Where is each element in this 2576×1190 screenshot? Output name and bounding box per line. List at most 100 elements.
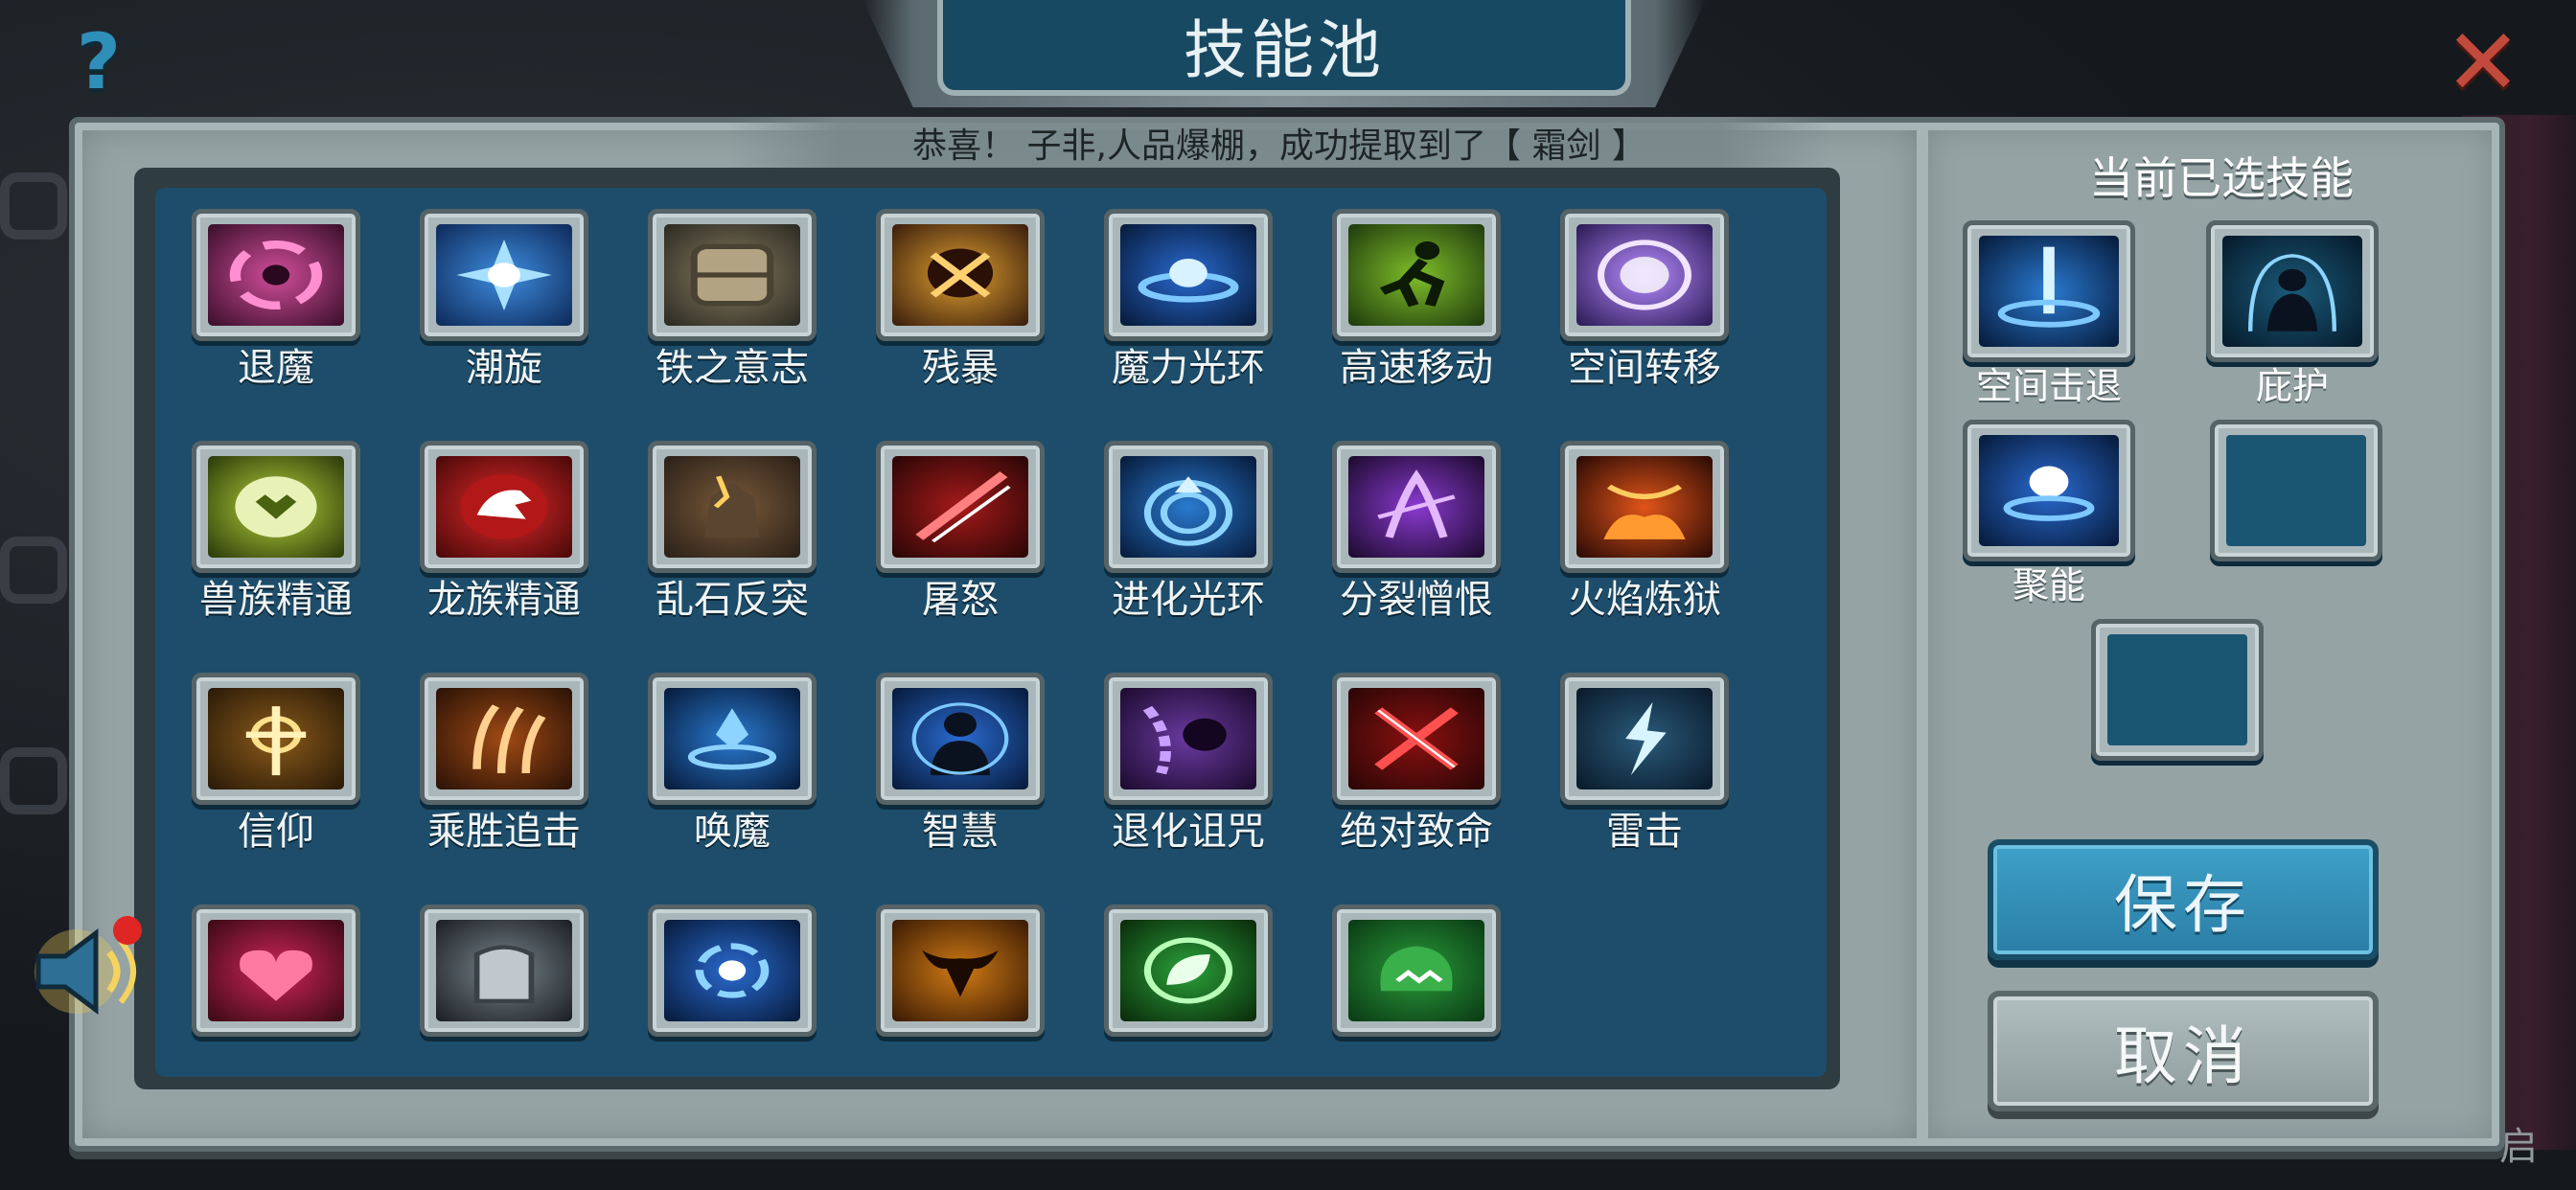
skill-icon-frame[interactable]	[648, 441, 816, 573]
help-icon[interactable]: ?	[56, 21, 142, 103]
skill-label: 信仰	[238, 810, 314, 854]
skill-icon-frame[interactable]	[648, 673, 816, 805]
space-warp-icon	[1576, 224, 1713, 326]
skill-icon-frame[interactable]	[1104, 904, 1273, 1037]
sanctuary-icon	[2222, 236, 2362, 347]
skill-slot[interactable]: 空间转移	[1514, 188, 1740, 390]
selected-skill-label: 庇护	[2255, 365, 2329, 407]
selected-skill-slot[interactable]: 空间击退	[1963, 220, 2135, 407]
skill-slot[interactable]: 退化诅咒	[1058, 652, 1284, 854]
notification-dot	[113, 916, 142, 945]
empty-skill-slot[interactable]	[2091, 619, 2264, 761]
skill-slot[interactable]	[374, 883, 600, 1077]
selected-icon-frame[interactable]	[2091, 619, 2264, 761]
chain-curse-icon	[1120, 688, 1256, 790]
skill-label: 空间转移	[1568, 346, 1721, 390]
skill-icon-frame[interactable]	[876, 209, 1045, 341]
title-banner: 技能池	[937, 0, 1631, 96]
close-icon[interactable]: ✕	[2440, 16, 2526, 108]
skill-label: 铁之意志	[656, 346, 809, 390]
page-title: 技能池	[1184, 13, 1385, 87]
skill-slot[interactable]: 火焰炼狱	[1514, 420, 1740, 622]
skill-icon-frame[interactable]	[1332, 209, 1501, 341]
skill-icon-frame[interactable]	[1104, 441, 1273, 573]
skill-icon-frame[interactable]	[1560, 673, 1729, 805]
skill-label: 退化诅咒	[1112, 810, 1265, 854]
selected-icon-frame[interactable]	[2210, 420, 2382, 561]
skill-slot[interactable]: 雷击	[1514, 652, 1740, 854]
skill-slot[interactable]: 高速移动	[1286, 188, 1512, 390]
dragon-emblem-icon	[436, 456, 572, 558]
skill-icon-frame[interactable]	[420, 904, 588, 1037]
selected-skill-slot[interactable]: 聚能	[1963, 420, 2135, 606]
holy-cross-icon	[208, 688, 344, 790]
skill-slot[interactable]: 进化光环	[1058, 420, 1284, 622]
skill-slot[interactable]: 唤魔	[602, 652, 828, 854]
summon-crystal-icon	[664, 688, 800, 790]
skill-slot[interactable]: 魔力光环	[1058, 188, 1284, 390]
skill-slot[interactable]: 绝对致命	[1286, 652, 1512, 854]
skill-icon-frame[interactable]	[648, 209, 816, 341]
skill-slot[interactable]	[602, 883, 828, 1077]
skill-slot[interactable]: 潮旋	[374, 188, 600, 390]
skill-icon-frame[interactable]	[876, 904, 1045, 1037]
skill-slot[interactable]: 分裂憎恨	[1286, 420, 1512, 622]
skill-slot[interactable]	[830, 883, 1056, 1077]
skill-icon-frame[interactable]	[192, 209, 360, 341]
flame-inferno-icon	[1576, 456, 1713, 558]
selected-skill-label: 空间击退	[1975, 365, 2122, 407]
corner-text: 启	[2499, 1125, 2538, 1169]
skill-slot[interactable]: 乱石反突	[602, 420, 828, 622]
empty-skill-slot[interactable]	[2210, 420, 2382, 561]
skill-icon-frame[interactable]	[420, 209, 588, 341]
cancel-button[interactable]: 取消	[1988, 991, 2379, 1111]
skill-icon-frame[interactable]	[1560, 441, 1729, 573]
chain-link-decoration	[0, 537, 67, 604]
skill-label: 乘胜追击	[427, 810, 581, 854]
skill-slot[interactable]: 铁之意志	[602, 188, 828, 390]
skill-icon-frame[interactable]	[1560, 209, 1729, 341]
skill-label: 龙族精通	[427, 578, 581, 622]
green-leaf-icon	[1120, 920, 1256, 1021]
selected-icon-frame[interactable]	[2206, 220, 2379, 362]
selected-skill-label: 聚能	[2012, 564, 2085, 606]
skill-icon-frame[interactable]	[192, 673, 360, 805]
skill-pool-grid[interactable]: 退魔 潮旋 铁之意志 残暴 魔力光环 高速移动 空间转移兽族精通 龙族精通 乱石反突 屠怒 进化光环…	[155, 188, 1827, 1077]
skill-icon-frame[interactable]	[420, 673, 588, 805]
claw-strike-icon	[436, 688, 572, 790]
skill-label: 兽族精通	[199, 578, 353, 622]
beast-emblem-icon	[208, 456, 344, 558]
selected-icon-frame[interactable]	[1963, 220, 2135, 362]
skill-icon-frame[interactable]	[192, 904, 360, 1037]
save-button[interactable]: 保存	[1988, 839, 2379, 960]
skill-label: 唤魔	[694, 810, 770, 854]
skill-slot[interactable]: 龙族精通	[374, 420, 600, 622]
skill-slot[interactable]: 兽族精通	[155, 420, 372, 622]
selected-skill-slot[interactable]: 庇护	[2206, 220, 2379, 407]
red-lightning-heart-icon	[208, 920, 344, 1021]
skill-icon-frame[interactable]	[1332, 904, 1501, 1037]
chain-link-decoration	[0, 172, 67, 240]
skill-slot[interactable]: 智慧	[830, 652, 1056, 854]
skill-slot[interactable]: 屠怒	[830, 420, 1056, 622]
skill-icon-frame[interactable]	[876, 673, 1045, 805]
space-knockback-icon	[1979, 236, 2119, 347]
skill-slot[interactable]: 残暴	[830, 188, 1056, 390]
skill-slot[interactable]: 退魔	[155, 188, 372, 390]
skill-slot[interactable]	[155, 883, 372, 1077]
red-slash-icon	[892, 456, 1028, 558]
skill-slot[interactable]	[1286, 883, 1512, 1077]
skill-slot[interactable]: 乘胜追击	[374, 652, 600, 854]
selected-icon-frame[interactable]	[1963, 420, 2135, 561]
skill-slot[interactable]	[1058, 883, 1284, 1077]
skill-icon-frame[interactable]	[1332, 441, 1501, 573]
skill-icon-frame[interactable]	[876, 441, 1045, 573]
skill-icon-frame[interactable]	[1104, 673, 1273, 805]
skill-icon-frame[interactable]	[648, 904, 816, 1037]
skill-slot[interactable]: 信仰	[155, 652, 372, 854]
skill-icon-frame[interactable]	[420, 441, 588, 573]
skill-icon-frame[interactable]	[192, 441, 360, 573]
skill-icon-frame[interactable]	[1332, 673, 1501, 805]
rock-golem-icon	[664, 456, 800, 558]
skill-icon-frame[interactable]	[1104, 209, 1273, 341]
